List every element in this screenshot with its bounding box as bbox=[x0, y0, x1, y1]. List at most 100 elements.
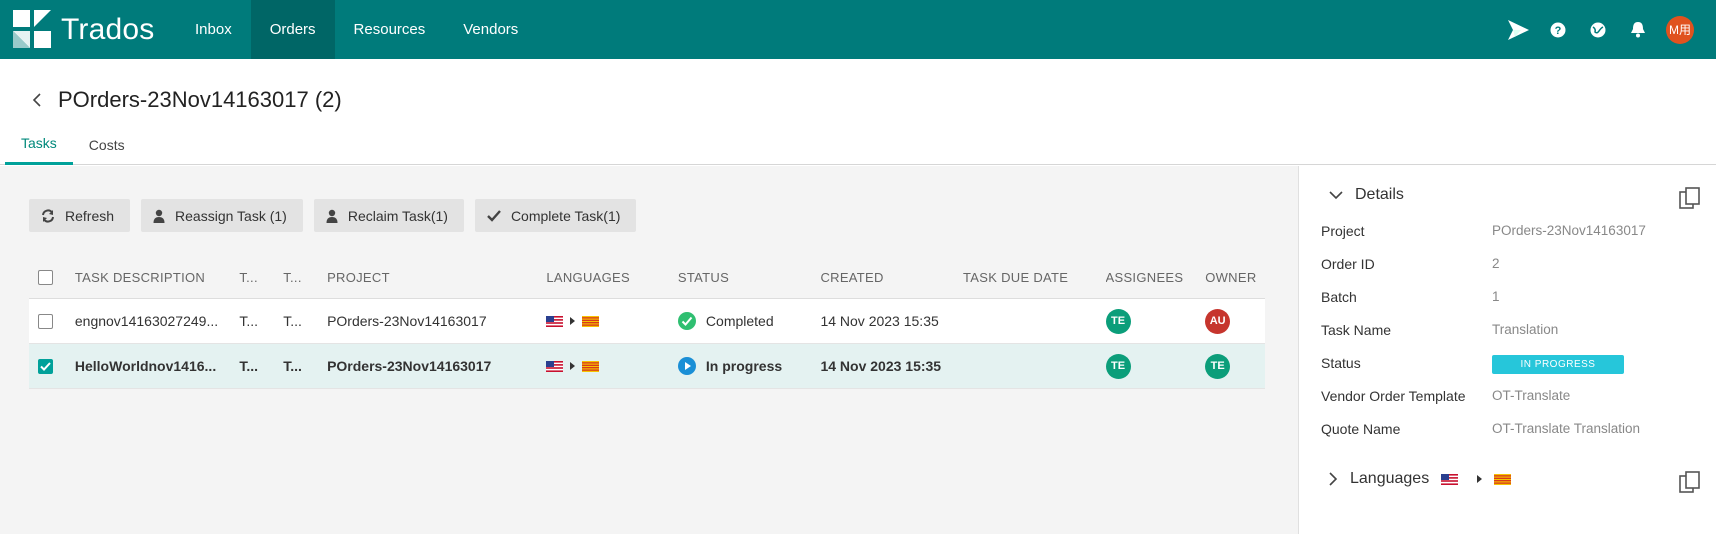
column-languages[interactable]: LANGUAGES bbox=[546, 270, 678, 285]
us-flag-icon bbox=[546, 315, 564, 327]
column-status[interactable]: STATUS bbox=[678, 270, 821, 285]
refresh-label: Refresh bbox=[65, 207, 115, 224]
chevron-left-icon bbox=[32, 93, 41, 107]
select-all-checkbox[interactable] bbox=[38, 269, 53, 285]
details-panel: Details Project POrders-23Nov14163017 Or… bbox=[1298, 166, 1716, 534]
user-icon bbox=[326, 209, 338, 223]
detail-status: Status IN PROGRESS bbox=[1321, 355, 1701, 374]
reclaim-label: Reclaim Task(1) bbox=[347, 207, 448, 224]
trados-logo-icon bbox=[13, 9, 51, 48]
column-t2[interactable]: T... bbox=[283, 270, 327, 285]
column-project[interactable]: PROJECT bbox=[327, 270, 546, 285]
status-label: In progress bbox=[705, 358, 783, 374]
refresh-icon bbox=[42, 208, 54, 223]
top-navigation-bar: Trados Inbox Orders Resources Vendors ? … bbox=[0, 0, 1716, 59]
plane-icon[interactable] bbox=[1498, 0, 1538, 59]
nav-inbox[interactable]: Inbox bbox=[176, 0, 251, 59]
status-label: Completed bbox=[705, 313, 774, 329]
bell-icon[interactable] bbox=[1618, 0, 1658, 59]
back-button[interactable] bbox=[26, 89, 48, 111]
user-icon bbox=[153, 209, 165, 223]
task-created: 14 Nov 2023 15:35 bbox=[820, 358, 942, 374]
details-section-toggle[interactable]: Details bbox=[1329, 186, 1404, 204]
help-icon[interactable]: ? bbox=[1538, 0, 1578, 59]
detail-vendor-order-template: Vendor Order Template OT-Translate bbox=[1321, 388, 1571, 404]
row-checkbox[interactable] bbox=[38, 313, 53, 329]
task-template: T... bbox=[283, 313, 302, 329]
column-task-due-date[interactable]: TASK DUE DATE bbox=[963, 270, 1106, 285]
app-logo[interactable]: Trados bbox=[0, 0, 176, 59]
checkmark-icon bbox=[40, 361, 51, 371]
languages-section-toggle[interactable]: Languages bbox=[1329, 470, 1523, 488]
copy-icon[interactable] bbox=[1678, 470, 1702, 494]
play-circle-icon bbox=[677, 357, 696, 375]
catalan-flag-icon bbox=[1494, 473, 1512, 485]
reclaim-task-button[interactable]: Reclaim Task(1) bbox=[313, 199, 464, 232]
caret-right-icon bbox=[570, 362, 576, 370]
column-t1[interactable]: T... bbox=[239, 270, 283, 285]
check-icon bbox=[487, 209, 501, 222]
catalan-flag-icon bbox=[582, 315, 600, 327]
tab-costs[interactable]: Costs bbox=[73, 124, 141, 165]
svg-text:?: ? bbox=[1555, 25, 1562, 37]
task-template: T... bbox=[283, 358, 302, 374]
us-flag-icon bbox=[546, 360, 564, 372]
tasks-table: TASK DESCRIPTION T... T... PROJECT LANGU… bbox=[29, 256, 1265, 389]
details-title: Details bbox=[1355, 186, 1404, 203]
language-pair bbox=[1441, 473, 1523, 485]
task-description: engnov14163027249... bbox=[74, 313, 219, 329]
complete-task-button[interactable]: Complete Task(1) bbox=[474, 199, 637, 232]
task-project: POrders-23Nov14163017 bbox=[327, 358, 492, 374]
globe-icon[interactable] bbox=[1578, 0, 1618, 59]
task-project: POrders-23Nov14163017 bbox=[327, 313, 487, 329]
caret-right-icon bbox=[570, 317, 576, 325]
column-created[interactable]: CREATED bbox=[820, 270, 963, 285]
table-row[interactable]: engnov14163027249... T... T... POrders-2… bbox=[29, 299, 1265, 344]
owner-avatar[interactable]: TE bbox=[1205, 353, 1231, 379]
task-status: Completed bbox=[677, 312, 821, 330]
page-header: POrders-23Nov14163017 (2) Tasks Costs bbox=[0, 59, 1716, 165]
app-name: Trados bbox=[61, 12, 155, 46]
page-title: POrders-23Nov14163017 (2) bbox=[58, 87, 342, 112]
task-toolbar: Refresh Reassign Task (1) Reclaim Task(1… bbox=[29, 199, 647, 232]
catalan-flag-icon bbox=[582, 360, 600, 372]
nav-orders[interactable]: Orders bbox=[250, 0, 335, 59]
user-avatar[interactable]: M用 bbox=[1666, 15, 1694, 44]
detail-quote-name: Quote Name OT-Translate Translation bbox=[1321, 421, 1641, 437]
task-type: T... bbox=[239, 358, 259, 374]
table-header: TASK DESCRIPTION T... T... PROJECT LANGU… bbox=[29, 256, 1265, 299]
column-task-description[interactable]: TASK DESCRIPTION bbox=[75, 270, 239, 285]
owner-avatar[interactable]: AU bbox=[1205, 308, 1231, 334]
languages-title: Languages bbox=[1350, 470, 1430, 487]
tab-tasks[interactable]: Tasks bbox=[5, 124, 73, 165]
task-description: HelloWorldnov1416... bbox=[74, 358, 217, 374]
copy-icon[interactable] bbox=[1678, 186, 1702, 210]
tab-bar: Tasks Costs bbox=[5, 124, 141, 165]
assignee-avatar[interactable]: TE bbox=[1105, 353, 1131, 379]
task-created: 14 Nov 2023 15:35 bbox=[820, 313, 939, 329]
check-circle-icon bbox=[677, 312, 696, 330]
detail-task-name: Task Name Translation bbox=[1321, 322, 1559, 338]
row-checkbox[interactable] bbox=[38, 358, 53, 374]
assignee-avatar[interactable]: TE bbox=[1105, 308, 1131, 334]
task-languages bbox=[546, 360, 678, 372]
us-flag-icon bbox=[1441, 473, 1459, 485]
nav-vendors[interactable]: Vendors bbox=[444, 0, 537, 59]
caret-right-icon bbox=[1477, 475, 1483, 483]
detail-project: Project POrders-23Nov14163017 bbox=[1321, 223, 1646, 239]
table-row[interactable]: HelloWorldnov1416... T... T... POrders-2… bbox=[29, 344, 1265, 389]
task-status: In progress bbox=[677, 357, 821, 375]
detail-batch: Batch 1 bbox=[1321, 289, 1500, 305]
complete-label: Complete Task(1) bbox=[510, 207, 621, 224]
detail-order-id: Order ID 2 bbox=[1321, 256, 1500, 272]
column-assignees[interactable]: ASSIGNEES bbox=[1106, 270, 1206, 285]
nav-resources[interactable]: Resources bbox=[335, 0, 445, 59]
column-owner[interactable]: OWNER bbox=[1205, 270, 1265, 285]
refresh-button[interactable]: Refresh bbox=[29, 199, 131, 232]
status-badge: IN PROGRESS bbox=[1492, 355, 1624, 374]
task-languages bbox=[546, 315, 678, 327]
chevron-down-icon bbox=[1329, 190, 1343, 199]
reassign-task-button[interactable]: Reassign Task (1) bbox=[141, 199, 303, 232]
reassign-label: Reassign Task (1) bbox=[175, 207, 287, 224]
chevron-right-icon bbox=[1329, 472, 1338, 486]
